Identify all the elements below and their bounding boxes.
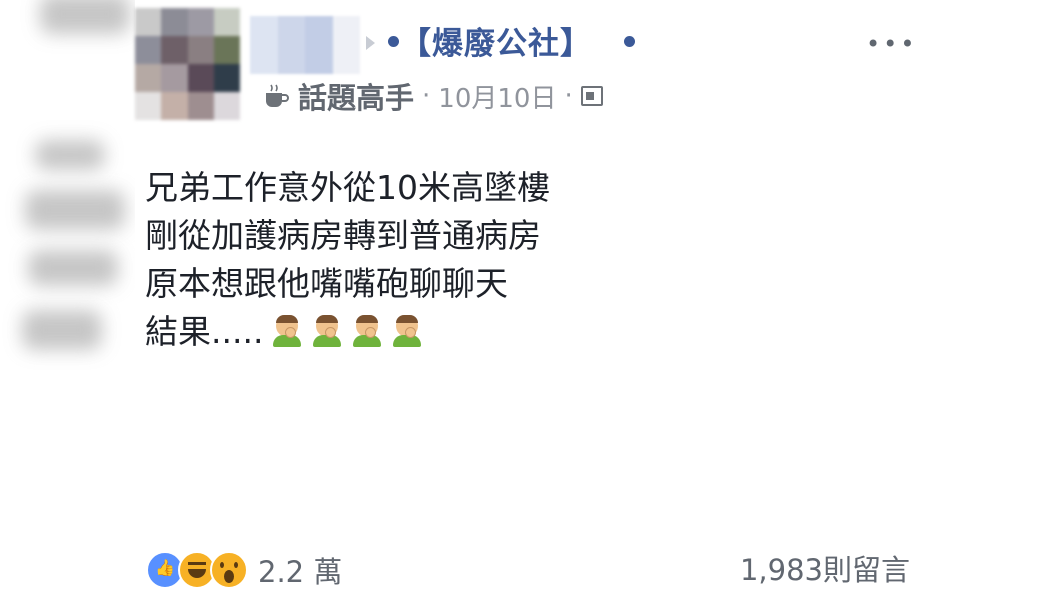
chevron-right-icon <box>366 36 375 50</box>
reaction-count[interactable]: 2.2 萬 <box>258 549 342 591</box>
post-line: 剛從加護病房轉到普通病房 <box>145 216 541 255</box>
man-facepalming-icon <box>311 315 343 347</box>
audience-icon[interactable] <box>580 86 603 106</box>
post-body: 兄弟工作意外從10米高墜樓 剛從加護病房轉到普通病房 原本想跟他嘴嘴砲聊聊天 結… <box>145 164 550 356</box>
group-dot-left <box>388 36 399 47</box>
man-facepalming-icon <box>271 315 303 347</box>
coffee-cup-icon <box>262 83 290 109</box>
post-line: 原本想跟他嘴嘴砲聊聊天 <box>145 264 508 303</box>
wow-icon <box>210 551 248 589</box>
post-line-last: 結果..... <box>145 308 550 356</box>
author-name[interactable] <box>250 16 360 74</box>
blurred-sidebar <box>0 0 135 596</box>
meta-separator: · <box>422 81 431 111</box>
post-line-text: 結果..... <box>145 312 264 351</box>
reactions-summary[interactable]: 2.2 萬 <box>146 550 342 590</box>
post-tag[interactable]: 話題高手 <box>298 75 414 117</box>
more-options-icon[interactable]: ••• <box>866 30 917 58</box>
post-date[interactable]: 10月10日 <box>438 78 556 115</box>
group-name-link[interactable]: 【爆廢公社】 <box>400 18 592 63</box>
group-dot-right <box>624 36 635 47</box>
comment-count-link[interactable]: 1,983則留言 <box>740 550 910 590</box>
post-meta: 話題高手 · 10月10日 · <box>262 75 603 117</box>
man-facepalming-icon <box>391 315 423 347</box>
post-line: 兄弟工作意外從10米高墜樓 <box>145 168 550 207</box>
man-facepalming-icon <box>351 315 383 347</box>
avatar[interactable] <box>135 8 240 120</box>
meta-separator: · <box>564 81 573 111</box>
